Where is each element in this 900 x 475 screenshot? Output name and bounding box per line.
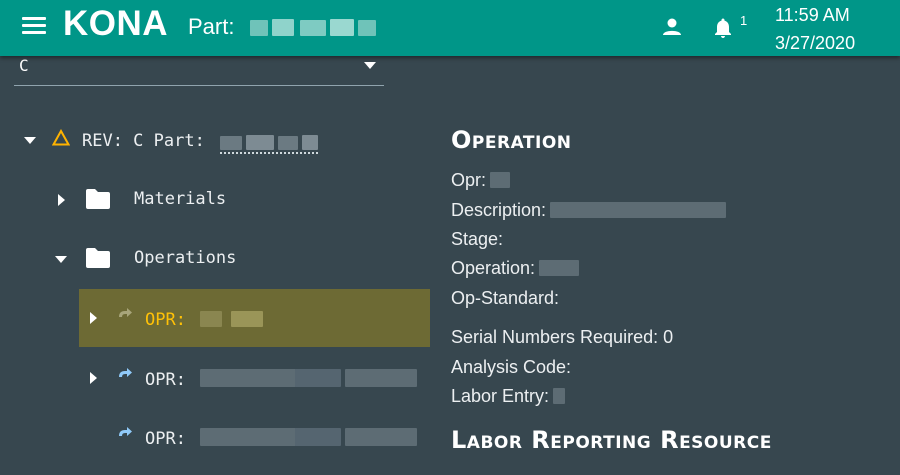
tree-node-materials[interactable]: Materials	[0, 170, 430, 228]
revision-select-value: C	[19, 56, 29, 75]
field-opr: Opr:	[451, 170, 511, 191]
clock-time: 11:59 AM	[775, 5, 850, 25]
field-operation: Operation:	[451, 258, 580, 279]
notification-count-badge: 1	[740, 13, 748, 28]
expand-caret-icon[interactable]	[90, 312, 97, 324]
opr-description-redacted	[200, 369, 296, 387]
opr-description-redacted	[295, 428, 341, 446]
top-app-bar: KONA Part: 1 11:59 AM 3/27/2020	[0, 0, 900, 56]
revision-triangle-icon	[52, 129, 70, 146]
description-value-redacted	[550, 202, 727, 218]
folder-icon	[86, 248, 110, 268]
part-label: Part:	[188, 14, 235, 39]
tree-node-operations-label: Operations	[134, 248, 237, 268]
field-serial-numbers: Serial Numbers Required: 0	[451, 327, 673, 348]
field-analysis-code-label: Analysis Code:	[451, 357, 572, 377]
chevron-down-icon	[364, 62, 376, 69]
field-op-standard-label: Op-Standard:	[451, 288, 560, 308]
revision-select[interactable]: C	[14, 56, 384, 86]
field-stage: Stage:	[451, 229, 503, 250]
person-icon[interactable]	[662, 17, 682, 37]
tree-node-opr-label: OPR:	[145, 429, 186, 449]
field-serial-label: Serial Numbers Required:	[451, 327, 659, 347]
redo-arrow-icon	[119, 308, 132, 317]
tree-node-materials-label: Materials	[134, 189, 227, 209]
part-number-redacted	[250, 16, 376, 38]
opr-number-redacted	[231, 311, 263, 327]
hamburger-menu-icon[interactable]	[22, 17, 46, 37]
folder-icon	[86, 189, 110, 209]
field-stage-label: Stage:	[451, 229, 504, 249]
field-opr-label: Opr:	[451, 170, 487, 190]
field-labor-entry-label: Labor Entry:	[451, 386, 550, 406]
bell-icon[interactable]	[711, 16, 735, 40]
opr-description-redacted	[345, 428, 417, 446]
tree-node-opr[interactable]: OPR:	[79, 408, 430, 466]
tree-node-opr-label: OPR:	[145, 310, 186, 330]
opr-number-redacted	[200, 311, 222, 327]
field-description-label: Description:	[451, 200, 547, 220]
labor-reporting-heading: Labor Reporting Resource	[451, 426, 772, 454]
operation-value-redacted	[539, 260, 580, 276]
opr-description-redacted	[200, 428, 296, 446]
redo-arrow-icon	[119, 368, 132, 377]
expand-caret-icon[interactable]	[58, 194, 65, 206]
tree-node-opr-label: OPR:	[145, 370, 186, 390]
opr-value-redacted	[490, 172, 511, 188]
field-description: Description:	[451, 200, 727, 221]
part-number-redacted	[220, 134, 318, 154]
tree-node-operations[interactable]: Operations	[0, 229, 430, 287]
expand-caret-icon[interactable]	[90, 372, 97, 384]
expand-caret-icon[interactable]	[55, 256, 67, 263]
field-op-standard: Op-Standard:	[451, 288, 559, 309]
field-labor-entry: Labor Entry:	[451, 386, 566, 407]
expand-caret-icon[interactable]	[24, 137, 36, 144]
field-serial-value: 0	[663, 327, 674, 347]
operation-heading: Operation	[451, 126, 572, 154]
clock-date: 3/27/2020	[775, 33, 856, 53]
field-operation-label: Operation:	[451, 258, 536, 278]
app-title: KONA	[63, 4, 169, 43]
tree-node-opr[interactable]: OPR:	[79, 349, 430, 407]
tree-node-revision[interactable]: REV: C Part:	[0, 111, 430, 169]
labor-entry-value-redacted	[553, 388, 566, 404]
tree-node-revision-label: REV: C Part:	[82, 131, 205, 151]
opr-description-redacted	[295, 369, 341, 387]
tree-node-opr-selected[interactable]: OPR:	[79, 289, 430, 347]
field-analysis-code: Analysis Code:	[451, 357, 571, 378]
clock: 11:59 AM 3/27/2020	[775, 3, 855, 56]
opr-description-redacted	[345, 369, 417, 387]
redo-arrow-icon	[119, 427, 132, 436]
